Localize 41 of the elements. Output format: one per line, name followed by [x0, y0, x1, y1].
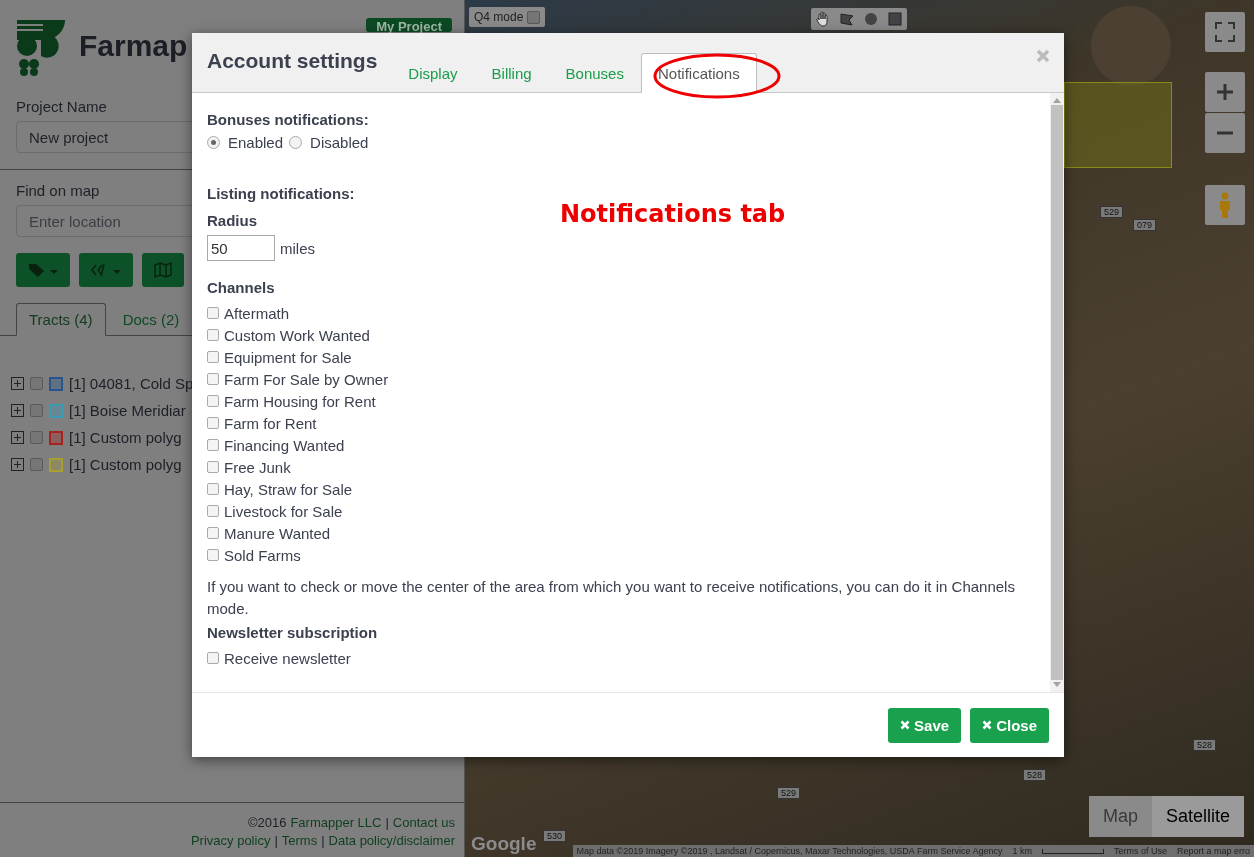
q4-mode-label: Q4 mode	[474, 10, 524, 24]
field-label: Find on map	[16, 182, 100, 199]
channel-label: Hay, Straw for Sale	[224, 480, 353, 498]
channel-label: Manure Wanted	[224, 524, 331, 542]
channel-label: Equipment for Sale	[224, 348, 352, 366]
road-label: 528	[1023, 769, 1047, 781]
channel-label: Aftermath	[224, 304, 290, 322]
annotation-label: Notifications tab	[560, 200, 786, 228]
map-attribution: Map data ©2019 Imagery ©2019 , Landsat / Copernicus, Maxar Technologies, USDA Farm Service Agency	[576, 846, 1003, 856]
channel-label: Sold Farms	[224, 546, 301, 564]
dialog-title: Account settings	[207, 48, 378, 73]
section-heading: Listing notifications:	[207, 185, 355, 202]
scale-label: 1 km	[1012, 846, 1032, 856]
radio-label: Enabled	[228, 134, 284, 151]
footer-text: |	[274, 833, 278, 848]
field-label: Project Name	[16, 98, 107, 115]
channel-label: Free Junk	[224, 458, 291, 476]
channel-label: Financing Wanted	[224, 436, 345, 454]
road-label: 079	[1133, 219, 1157, 231]
radio-label: Disabled	[310, 134, 369, 151]
channel-label: Custom Work Wanted	[224, 326, 370, 344]
footer-text: ©2016	[247, 815, 287, 830]
logo-text: Farmap	[79, 29, 188, 63]
footer-text: |	[385, 815, 389, 830]
channel-label: Farm For Sale by Owner	[224, 370, 389, 388]
section-heading: Newsletter subscription	[207, 624, 378, 641]
road-label: 529	[777, 787, 801, 799]
road-label: 528	[1193, 739, 1217, 751]
road-label: 530	[543, 830, 567, 842]
section-heading: Bonuses notifications:	[207, 111, 369, 128]
checkbox-label: Receive newsletter	[224, 649, 351, 667]
channel-label: Farm Housing for Rent	[224, 392, 376, 410]
channel-label: Livestock for Sale	[224, 502, 343, 520]
footer-text: |	[321, 833, 325, 848]
channel-label: Farm for Rent	[224, 414, 317, 432]
road-label: 529	[1100, 206, 1124, 218]
unit-label: miles	[280, 239, 315, 257]
field-label: Radius	[207, 212, 257, 229]
google-logo: Google	[471, 833, 537, 855]
info-text: If you want to check or move the center of the area from which you want to receive notifications, you can do it in Channels mode.	[207, 577, 1016, 619]
section-heading: Channels	[207, 279, 275, 296]
